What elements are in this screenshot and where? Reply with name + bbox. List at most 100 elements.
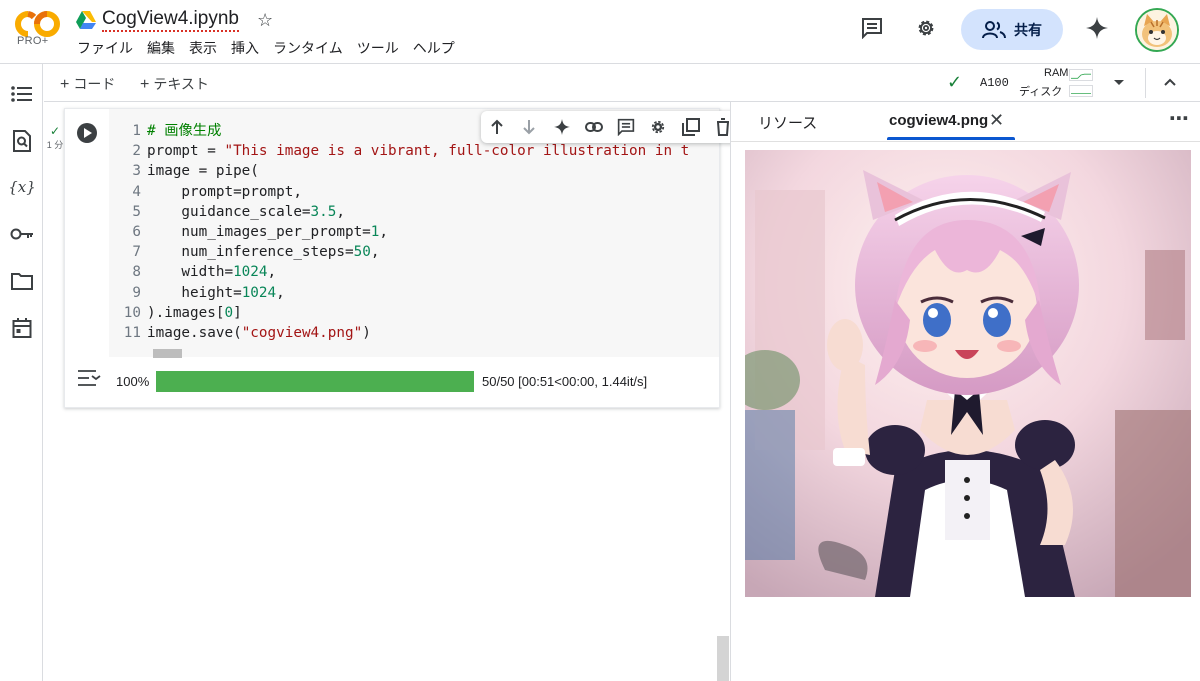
code-line: 11 image.save("cogview4.png") (109, 323, 689, 343)
menu-file[interactable]: ファイル (77, 38, 133, 58)
runtime-dropdown-icon[interactable] (1111, 74, 1127, 90)
code-line: 3 image = pipe( (109, 161, 689, 181)
code-token: image = pipe( (147, 163, 259, 180)
menu-tools[interactable]: ツール (357, 38, 399, 58)
side-panel: リソース cogview4.png ✕ ⋯ (730, 102, 1200, 681)
generated-image-preview (745, 150, 1191, 597)
runtime-type[interactable]: A100 (980, 76, 1009, 90)
code-token: 1024 (241, 284, 277, 301)
code-line: 4 prompt=prompt, (109, 182, 689, 202)
code-token: num_images_per_prompt= (147, 224, 371, 241)
move-down-button[interactable] (513, 111, 545, 143)
move-up-button[interactable] (481, 111, 513, 143)
settings-button[interactable] (912, 14, 940, 42)
share-label: 共有 (1014, 21, 1042, 38)
menu-help[interactable]: ヘルプ (413, 38, 455, 58)
close-tab-icon[interactable]: ✕ (989, 110, 1004, 131)
find-button[interactable] (10, 129, 34, 153)
link-button[interactable] (578, 111, 610, 143)
left-rail: {𝑥} (0, 64, 43, 681)
output-actions-icon[interactable] (77, 368, 101, 388)
line-number: 7 (132, 244, 141, 261)
menu-runtime[interactable]: ランタイム (273, 38, 343, 58)
run-cell-button[interactable] (77, 123, 97, 143)
comments-button[interactable] (858, 14, 886, 42)
code-lines: 1 # 画像生成 2 prompt = "This image is a vibran… (109, 121, 690, 343)
disk-usage-sparkline[interactable] (1069, 85, 1093, 97)
code-token: , (370, 244, 380, 261)
menu-insert[interactable]: 挿入 (231, 38, 259, 58)
line-number: 10 (123, 304, 141, 321)
code-token: # 画像生成 (147, 123, 222, 139)
calendar-button[interactable] (10, 316, 34, 340)
code-token: 0 (224, 304, 234, 321)
google-drive-icon[interactable] (76, 11, 96, 29)
mirror-cell-button[interactable] (675, 111, 707, 143)
gemini-button[interactable] (1083, 14, 1111, 42)
toc-button[interactable] (10, 82, 34, 106)
add-text-button[interactable]: + テキスト (140, 74, 209, 94)
star-icon[interactable]: ☆ (257, 10, 273, 31)
notebook-title[interactable]: CogView4.ipynb (102, 8, 239, 32)
menu-view[interactable]: 表示 (189, 38, 217, 58)
code-token: guidance_scale= (147, 203, 311, 220)
tab-resources[interactable]: リソース (758, 112, 817, 133)
comment-cell-button[interactable] (610, 111, 642, 143)
collapse-chevron-icon[interactable] (1161, 73, 1179, 91)
gemini-cell-button[interactable] (546, 111, 578, 143)
code-token: ).images[ (147, 304, 225, 321)
secrets-button[interactable] (10, 222, 34, 246)
progress-bar-fill (156, 371, 474, 392)
code-token: 3.5 (310, 203, 337, 220)
line-number: 6 (132, 224, 141, 241)
code-token: ] (233, 304, 242, 321)
line-number: 11 (123, 325, 141, 342)
progress-percent: 100% (116, 374, 150, 389)
code-token: width= (147, 264, 234, 281)
code-cell[interactable]: 1 # 画像生成 2 prompt = "This image is a vibran… (64, 108, 739, 408)
tab-image-file[interactable]: cogview4.png (889, 112, 988, 129)
code-token: 50 (353, 244, 371, 261)
files-button[interactable] (10, 269, 34, 293)
share-button[interactable]: 共有 (961, 9, 1063, 50)
more-options-icon[interactable]: ⋯ (1169, 106, 1190, 131)
ram-label[interactable]: RAM (1044, 67, 1068, 79)
plus-icon: + (140, 76, 150, 93)
line-number: 3 (132, 163, 141, 180)
code-line: 9 height=1024, (109, 283, 689, 303)
code-editor[interactable]: 1 # 画像生成 2 prompt = "This image is a vibran… (109, 109, 719, 357)
gear-icon (652, 120, 665, 134)
notebook-scrollbar[interactable] (717, 636, 729, 681)
subscription-tier: PRO+ (17, 35, 49, 47)
exec-duration: 1 分 (46, 140, 64, 150)
panel-divider (731, 141, 1200, 142)
people-icon (982, 20, 1006, 38)
code-token: ) (362, 325, 371, 342)
code-token: , (379, 224, 389, 241)
line-number: 8 (132, 264, 141, 281)
line-number: 9 (132, 284, 141, 301)
comment-icon (862, 18, 882, 39)
menu-edit[interactable]: 編集 (147, 38, 175, 58)
code-line: 2 prompt = "This image is a vibrant, full… (109, 141, 689, 161)
connected-check-icon: ✓ (947, 72, 963, 92)
add-code-button[interactable]: + コード (60, 74, 115, 94)
cell-output: 100% 50/50 [00:51<00:00, 1.44it/s] (65, 357, 719, 407)
cell-toolbar (481, 111, 739, 143)
variables-button[interactable]: {𝑥} (8, 175, 36, 199)
code-line: 6 num_images_per_prompt=1, (109, 222, 689, 242)
line-number: 1 (132, 123, 141, 139)
ram-usage-sparkline[interactable] (1069, 69, 1093, 81)
active-tab-indicator (887, 137, 1015, 140)
user-avatar[interactable] (1135, 8, 1179, 52)
anime-catgirl-maid-image (745, 150, 1191, 597)
disk-label[interactable]: ディスク (1019, 83, 1062, 99)
sparkle-icon (1086, 17, 1108, 39)
copy-to-tab-icon (681, 118, 700, 136)
calendar-icon (12, 318, 32, 338)
line-number: 5 (132, 203, 141, 220)
cell-settings-button[interactable] (642, 111, 674, 143)
title-row: CogView4.ipynb ☆ (76, 7, 273, 33)
link-icon (584, 122, 603, 132)
code-token: height= (147, 284, 242, 301)
